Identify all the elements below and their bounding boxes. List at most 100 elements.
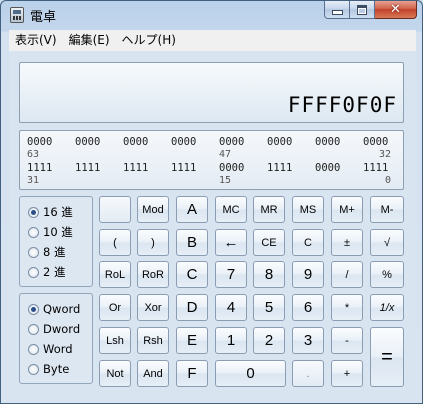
digit-0-button[interactable]: 0 bbox=[215, 360, 286, 387]
bit-index: 63 bbox=[27, 149, 40, 160]
radio-label: Word bbox=[43, 342, 73, 356]
percent-button[interactable]: % bbox=[370, 261, 404, 288]
xor-button[interactable]: Xor bbox=[137, 294, 169, 321]
bit-group[interactable]: 0000 bbox=[267, 136, 292, 148]
bit-group[interactable]: 1111 bbox=[123, 162, 148, 174]
menu-edit[interactable]: 編集(E) bbox=[63, 30, 116, 51]
lsh-button[interactable]: Lsh bbox=[99, 327, 131, 354]
radix-group: 16 進 10 進 8 進 2 進 bbox=[19, 196, 93, 287]
hex-d-button[interactable]: D bbox=[176, 294, 208, 321]
minimize-button[interactable] bbox=[324, 1, 350, 19]
digit-1-button[interactable]: 1 bbox=[215, 327, 247, 354]
maximize-button[interactable] bbox=[350, 1, 375, 19]
bit-group[interactable]: 1111 bbox=[363, 162, 388, 174]
radio-dword[interactable]: Dword bbox=[28, 321, 80, 337]
m-minus-button[interactable]: M- bbox=[370, 196, 404, 223]
hex-e-button[interactable]: E bbox=[176, 327, 208, 354]
digit-8-button[interactable]: 8 bbox=[253, 261, 285, 288]
clear-button[interactable]: C bbox=[292, 229, 324, 256]
blank-key[interactable] bbox=[99, 196, 131, 223]
bit-group[interactable]: 1111 bbox=[267, 162, 292, 174]
radio-qword[interactable]: Qword bbox=[28, 301, 80, 317]
bit-group[interactable]: 0000 bbox=[123, 136, 148, 148]
rsh-button[interactable]: Rsh bbox=[137, 327, 169, 354]
menu-bar: 表示(V) 編集(E) ヘルプ(H) bbox=[9, 30, 416, 51]
digit-5-button[interactable]: 5 bbox=[253, 294, 285, 321]
window-title: 電卓 bbox=[30, 10, 57, 25]
reciprocal-button[interactable]: 1/x bbox=[370, 294, 404, 321]
bit-group[interactable]: 0000 bbox=[219, 136, 244, 148]
result-display: FFFF0F0F bbox=[19, 62, 404, 123]
clear-entry-button[interactable]: CE bbox=[253, 229, 285, 256]
hex-f-button[interactable]: F bbox=[176, 360, 208, 387]
digit-2-button[interactable]: 2 bbox=[253, 327, 285, 354]
bit-group[interactable]: 1111 bbox=[171, 162, 196, 174]
digit-3-button[interactable]: 3 bbox=[292, 327, 324, 354]
radio-byte[interactable]: Byte bbox=[28, 361, 69, 377]
mc-button[interactable]: MC bbox=[215, 196, 247, 223]
bit-group[interactable]: 0000 bbox=[315, 162, 340, 174]
add-button[interactable]: + bbox=[331, 360, 363, 387]
divide-button[interactable]: / bbox=[331, 261, 363, 288]
backspace-button[interactable]: ← bbox=[215, 229, 247, 256]
radio-dec[interactable]: 10 進 bbox=[28, 224, 73, 240]
word-size-group: Qword Dword Word Byte bbox=[19, 293, 93, 384]
hex-b-button[interactable]: B bbox=[176, 229, 208, 256]
bit-group[interactable]: 0000 bbox=[219, 162, 244, 174]
m-plus-button[interactable]: M+ bbox=[331, 196, 363, 223]
multiply-button[interactable]: * bbox=[331, 294, 363, 321]
menu-help[interactable]: ヘルプ(H) bbox=[116, 30, 182, 51]
bit-group[interactable]: 0000 bbox=[171, 136, 196, 148]
negate-button[interactable]: ± bbox=[331, 229, 363, 256]
decimal-button[interactable]: . bbox=[292, 360, 324, 387]
bit-group[interactable]: 0000 bbox=[315, 136, 340, 148]
close-icon: ✕ bbox=[390, 2, 401, 17]
not-button[interactable]: Not bbox=[99, 360, 131, 387]
and-button[interactable]: And bbox=[137, 360, 169, 387]
bit-index: 31 bbox=[27, 175, 40, 186]
bit-group[interactable]: 1111 bbox=[75, 162, 100, 174]
bit-group[interactable]: 0000 bbox=[75, 136, 100, 148]
maximize-icon bbox=[357, 4, 367, 15]
rol-button[interactable]: RoL bbox=[99, 261, 131, 288]
close-button[interactable]: ✕ bbox=[375, 1, 417, 19]
calculator-body: FFFF0F0F 0000 0000 0000 0000 0000 0000 0… bbox=[9, 51, 416, 397]
bit-index: 0 bbox=[385, 175, 392, 186]
bit-group[interactable]: 0000 bbox=[363, 136, 388, 148]
mod-button[interactable]: Mod bbox=[137, 196, 169, 223]
menu-view[interactable]: 表示(V) bbox=[9, 30, 63, 51]
radio-hex[interactable]: 16 進 bbox=[28, 204, 73, 220]
bit-index: 15 bbox=[219, 175, 232, 186]
hex-a-button[interactable]: A bbox=[176, 196, 208, 223]
bit-group[interactable]: 1111 bbox=[27, 162, 52, 174]
digit-6-button[interactable]: 6 bbox=[292, 294, 324, 321]
close-paren-button[interactable]: ) bbox=[137, 229, 169, 256]
digit-4-button[interactable]: 4 bbox=[215, 294, 247, 321]
mr-button[interactable]: MR bbox=[253, 196, 285, 223]
digit-9-button[interactable]: 9 bbox=[292, 261, 324, 288]
ror-button[interactable]: RoR bbox=[137, 261, 169, 288]
bit-group[interactable]: 0000 bbox=[27, 136, 52, 148]
minimize-icon bbox=[331, 10, 343, 15]
display-value: FFFF0F0F bbox=[287, 93, 397, 117]
radio-dot bbox=[28, 363, 39, 375]
radio-dot bbox=[28, 303, 39, 315]
bit-index: 32 bbox=[379, 149, 392, 160]
radio-dot bbox=[28, 206, 39, 218]
calculator-icon bbox=[10, 7, 24, 23]
title-bar[interactable]: 電卓 ✕ bbox=[1, 1, 422, 28]
sqrt-button[interactable]: √ bbox=[370, 229, 404, 256]
digit-7-button[interactable]: 7 bbox=[215, 261, 247, 288]
radio-dot bbox=[28, 323, 39, 335]
caption-buttons: ✕ bbox=[324, 1, 417, 20]
hex-c-button[interactable]: C bbox=[176, 261, 208, 288]
open-paren-button[interactable]: ( bbox=[99, 229, 131, 256]
subtract-button[interactable]: - bbox=[331, 327, 363, 354]
equals-button[interactable]: = bbox=[370, 327, 404, 387]
radio-bin[interactable]: 2 進 bbox=[28, 264, 65, 280]
radio-word[interactable]: Word bbox=[28, 341, 73, 357]
ms-button[interactable]: MS bbox=[292, 196, 324, 223]
or-button[interactable]: Or bbox=[99, 294, 131, 321]
radio-label: 2 進 bbox=[43, 265, 66, 279]
radio-oct[interactable]: 8 進 bbox=[28, 244, 65, 260]
